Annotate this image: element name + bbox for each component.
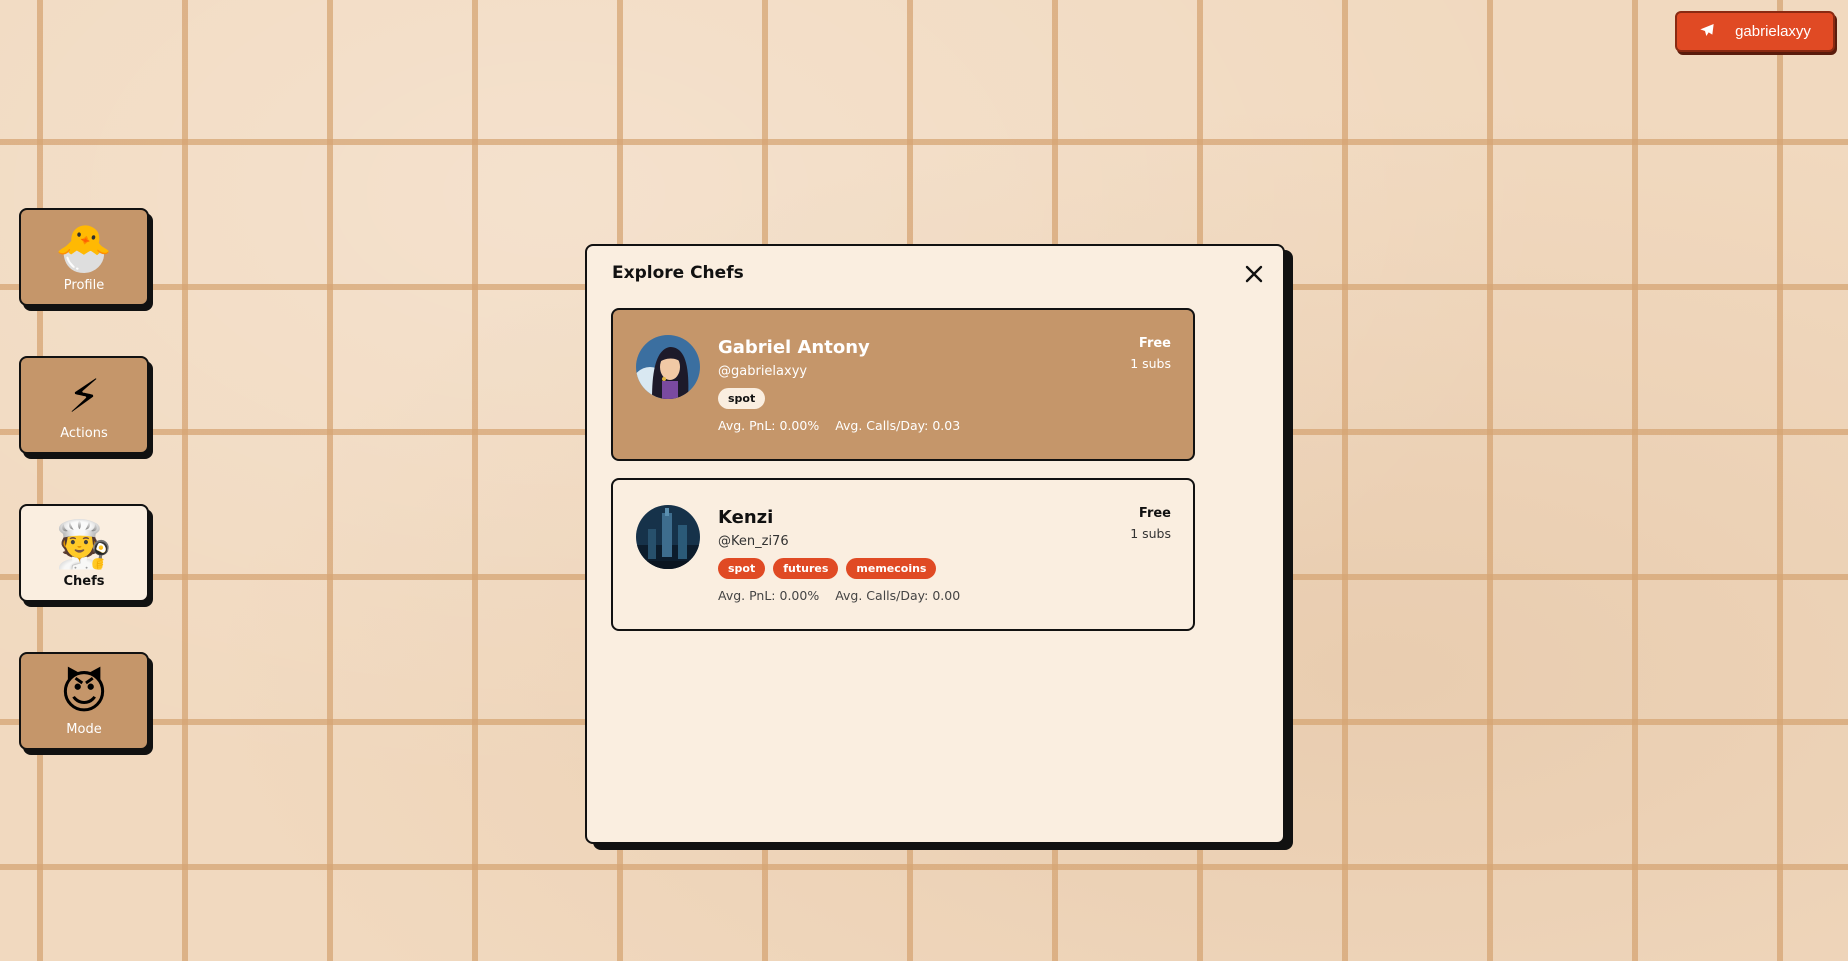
tag-list: spot — [718, 388, 766, 409]
user-button-label: gabrielaxyy — [1735, 23, 1811, 40]
sidebar-item-mode[interactable]: 😈 Mode — [19, 652, 149, 750]
sidebar-item-label: Actions — [60, 426, 108, 441]
sidebar-item-label: Chefs — [63, 574, 105, 589]
telegram-user-button[interactable]: gabrielaxyy — [1675, 11, 1835, 52]
lightning-icon: ⚡ — [67, 369, 101, 423]
chef-icon: 🧑‍🍳 — [55, 517, 113, 571]
chef-handle: @gabrielaxyy — [718, 364, 808, 379]
chef-card-kenzi[interactable]: Kenzi @Ken_zi76 spot futures memecoins A… — [611, 478, 1195, 631]
sidebar-item-label: Profile — [63, 278, 105, 293]
avg-pnl: Avg. PnL: 0.00% — [718, 588, 820, 603]
telegram-icon — [1699, 22, 1715, 42]
tag-badge: spot — [718, 558, 766, 579]
chef-stats: Avg. PnL: 0.00% Avg. Calls/Day: 0.03 — [718, 418, 960, 433]
tag-badge: futures — [773, 558, 839, 579]
avg-calls-per-day: Avg. Calls/Day: 0.00 — [835, 588, 961, 603]
sidebar-item-label: Mode — [66, 722, 102, 737]
chef-name: Gabriel Antony — [718, 337, 870, 358]
sidebar-item-actions[interactable]: ⚡ Actions — [19, 356, 149, 454]
subs-count: 1 subs — [1130, 526, 1171, 541]
sidebar-item-chefs[interactable]: 🧑‍🍳 Chefs — [19, 504, 149, 602]
avg-calls-per-day: Avg. Calls/Day: 0.03 — [835, 418, 961, 433]
modal-title: Explore Chefs — [612, 263, 744, 283]
subs-count: 1 subs — [1130, 356, 1171, 371]
chef-handle: @Ken_zi76 — [718, 534, 789, 549]
price-label: Free — [1138, 336, 1171, 351]
tag-badge: spot — [718, 388, 766, 409]
hatching-chick-icon: 🐣 — [55, 221, 113, 275]
sidebar-item-profile[interactable]: 🐣 Profile — [19, 208, 149, 306]
chef-stats: Avg. PnL: 0.00% Avg. Calls/Day: 0.00 — [718, 588, 960, 603]
avg-pnl: Avg. PnL: 0.00% — [718, 418, 820, 433]
tag-badge: memecoins — [846, 558, 937, 579]
avatar — [636, 335, 700, 399]
devil-icon: 😈 — [60, 665, 108, 719]
chef-name: Kenzi — [718, 507, 774, 528]
close-icon[interactable] — [1243, 263, 1265, 285]
explore-chefs-modal: Explore Chefs Gabriel Antony @gabrielaxy… — [585, 244, 1285, 844]
tag-list: spot futures memecoins — [718, 558, 937, 579]
avatar — [636, 505, 700, 569]
price-label: Free — [1138, 506, 1171, 521]
chef-card-gabriel-antony[interactable]: Gabriel Antony @gabrielaxyy spot Avg. Pn… — [611, 308, 1195, 461]
